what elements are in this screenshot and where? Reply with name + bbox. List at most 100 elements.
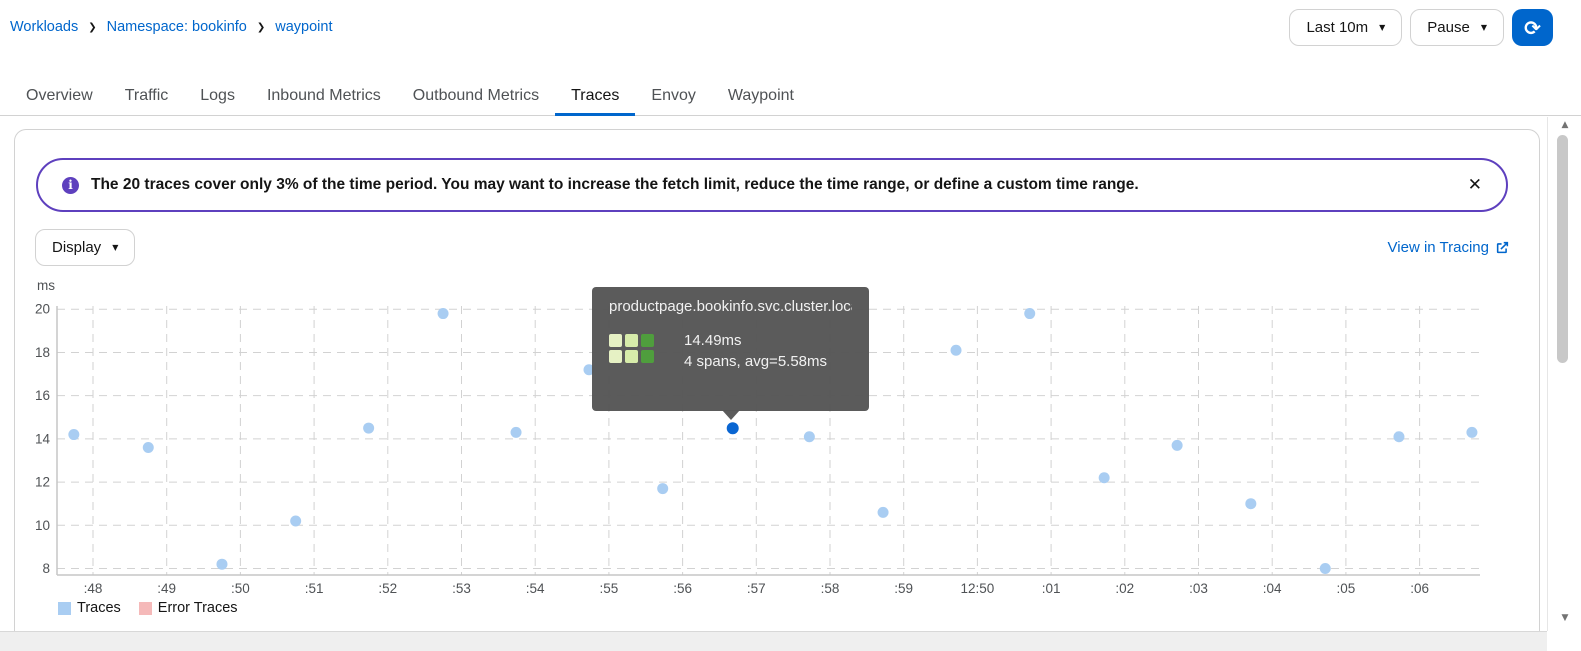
breadcrumb: Workloads ❯ Namespace: bookinfo ❯ waypoi…: [10, 19, 333, 35]
page-bottom-strip: [0, 631, 1547, 651]
x-tick-label: :01: [1042, 581, 1061, 596]
scroll-up-icon[interactable]: ▲: [1556, 120, 1574, 130]
trace-point[interactable]: [1245, 498, 1257, 510]
scroll-down-icon[interactable]: ▼: [1556, 613, 1574, 623]
trace-tooltip-title: productpage.bookinfo.svc.cluster.local:.…: [609, 298, 852, 315]
x-tick-label: :50: [231, 581, 250, 596]
x-tick-label: :02: [1115, 581, 1134, 596]
tab-traces[interactable]: Traces: [555, 78, 636, 116]
trace-point[interactable]: [290, 515, 302, 527]
x-tick-label: :05: [1337, 581, 1356, 596]
trace-point[interactable]: [950, 344, 962, 356]
trace-point[interactable]: [142, 442, 154, 454]
y-tick-label: 14: [35, 431, 51, 446]
trace-tooltip: productpage.bookinfo.svc.cluster.local:.…: [592, 287, 869, 420]
trace-point[interactable]: [877, 506, 889, 518]
tab-waypoint[interactable]: Waypoint: [712, 78, 810, 116]
tab-traffic[interactable]: Traffic: [109, 78, 185, 116]
external-link-icon: [1495, 240, 1510, 255]
legend-item: Traces: [58, 600, 121, 616]
legend-label: Error Traces: [157, 600, 238, 616]
x-tick-label: :52: [378, 581, 397, 596]
trace-point[interactable]: [68, 429, 80, 441]
traces-page: Workloads ❯ Namespace: bookinfo ❯ waypoi…: [0, 0, 1581, 651]
x-tick-label: :03: [1189, 581, 1208, 596]
view-in-tracing-label: View in Tracing: [1387, 239, 1489, 256]
trace-point[interactable]: [1393, 431, 1405, 443]
trace-point[interactable]: [803, 431, 815, 443]
heatmap-cell: [609, 350, 622, 363]
legend-label: Traces: [77, 600, 121, 616]
x-tick-label: :48: [84, 581, 103, 596]
breadcrumb-link-workload[interactable]: waypoint: [275, 19, 332, 35]
trace-point[interactable]: [216, 558, 228, 570]
view-in-tracing-link[interactable]: View in Tracing: [1388, 239, 1510, 256]
display-dropdown[interactable]: Display ▼: [35, 229, 136, 266]
legend-item: Error Traces: [138, 600, 238, 616]
duration-dropdown-label: Last 10m: [1306, 19, 1369, 36]
alert-close-button[interactable]: ✕: [1468, 175, 1482, 195]
trace-spans-summary: 4 spans, avg=5.58ms: [684, 353, 828, 370]
refresh-interval-dropdown[interactable]: Pause ▼: [1410, 9, 1504, 46]
alert-message: The 20 traces cover only 3% of the time …: [91, 176, 1139, 193]
trace-point[interactable]: [437, 308, 449, 320]
y-tick-label: 12: [35, 475, 50, 490]
trace-point[interactable]: [1098, 472, 1110, 484]
legend-swatch: [138, 601, 152, 615]
tab-envoy[interactable]: Envoy: [635, 78, 711, 116]
x-tick-label: :51: [305, 581, 324, 596]
heatmap-cell: [625, 334, 638, 347]
trace-point[interactable]: [1024, 308, 1036, 320]
y-tick-label: 18: [35, 345, 50, 360]
refresh-button[interactable]: ⟳: [1512, 9, 1553, 46]
workload-tabs: Overview Traffic Logs Inbound Metrics Ou…: [0, 78, 1581, 116]
chevron-right-icon: ❯: [88, 22, 97, 33]
heatmap-cell: [641, 350, 654, 363]
selected-trace-point[interactable]: [726, 422, 739, 435]
tab-overview[interactable]: Overview: [10, 78, 109, 116]
legend-swatch: [58, 601, 71, 615]
y-tick-label: 8: [42, 561, 50, 576]
vertical-scrollbar: ▲ ▼: [1547, 117, 1581, 631]
tab-inbound-metrics[interactable]: Inbound Metrics: [251, 78, 397, 116]
trace-point[interactable]: [510, 426, 522, 438]
trace-point[interactable]: [657, 483, 669, 495]
x-tick-label: :56: [673, 581, 692, 596]
traces-info-alert: i The 20 traces cover only 3% of the tim…: [36, 158, 1508, 212]
tooltip-pointer: [722, 410, 740, 420]
x-tick-label: :06: [1410, 581, 1429, 596]
heatmap-cell: [641, 334, 654, 347]
refresh-interval-label: Pause: [1427, 19, 1470, 36]
heatmap-cell: [625, 350, 638, 363]
trace-point[interactable]: [1319, 563, 1331, 575]
sync-icon: ⟳: [1524, 15, 1541, 40]
duration-dropdown[interactable]: Last 10m ▼: [1289, 9, 1403, 46]
trace-point[interactable]: [363, 422, 375, 434]
chevron-right-icon: ❯: [256, 22, 266, 33]
span-duration-heatmap: [609, 334, 654, 363]
heatmap-cell: [609, 334, 622, 347]
x-tick-label: :55: [600, 581, 619, 596]
x-tick-label: :59: [894, 581, 913, 596]
y-axis-unit-label: ms: [37, 278, 55, 293]
scrollbar-thumb[interactable]: [1557, 135, 1568, 363]
chart-legend: Traces Error Traces: [58, 600, 238, 616]
x-tick-label: :54: [526, 581, 545, 596]
breadcrumb-link-namespace[interactable]: Namespace: bookinfo: [107, 19, 247, 35]
x-tick-label: :04: [1263, 581, 1282, 596]
time-toolbar: Last 10m ▼ Pause ▼ ⟳: [1289, 9, 1553, 46]
trace-point[interactable]: [1171, 439, 1183, 451]
x-tick-label: :58: [821, 581, 840, 596]
x-tick-label: :53: [452, 581, 471, 596]
tab-outbound-metrics[interactable]: Outbound Metrics: [397, 78, 555, 116]
display-dropdown-label: Display: [52, 239, 102, 256]
y-tick-label: 16: [35, 388, 50, 403]
trace-point[interactable]: [1466, 426, 1478, 438]
info-icon: i: [62, 176, 79, 194]
y-tick-label: 10: [35, 518, 50, 533]
tab-logs[interactable]: Logs: [184, 78, 251, 116]
caret-down-icon: ▼: [1379, 23, 1386, 32]
breadcrumb-link-workloads[interactable]: Workloads: [10, 19, 78, 35]
y-tick-label: 20: [35, 302, 50, 317]
caret-down-icon: ▼: [112, 243, 119, 252]
